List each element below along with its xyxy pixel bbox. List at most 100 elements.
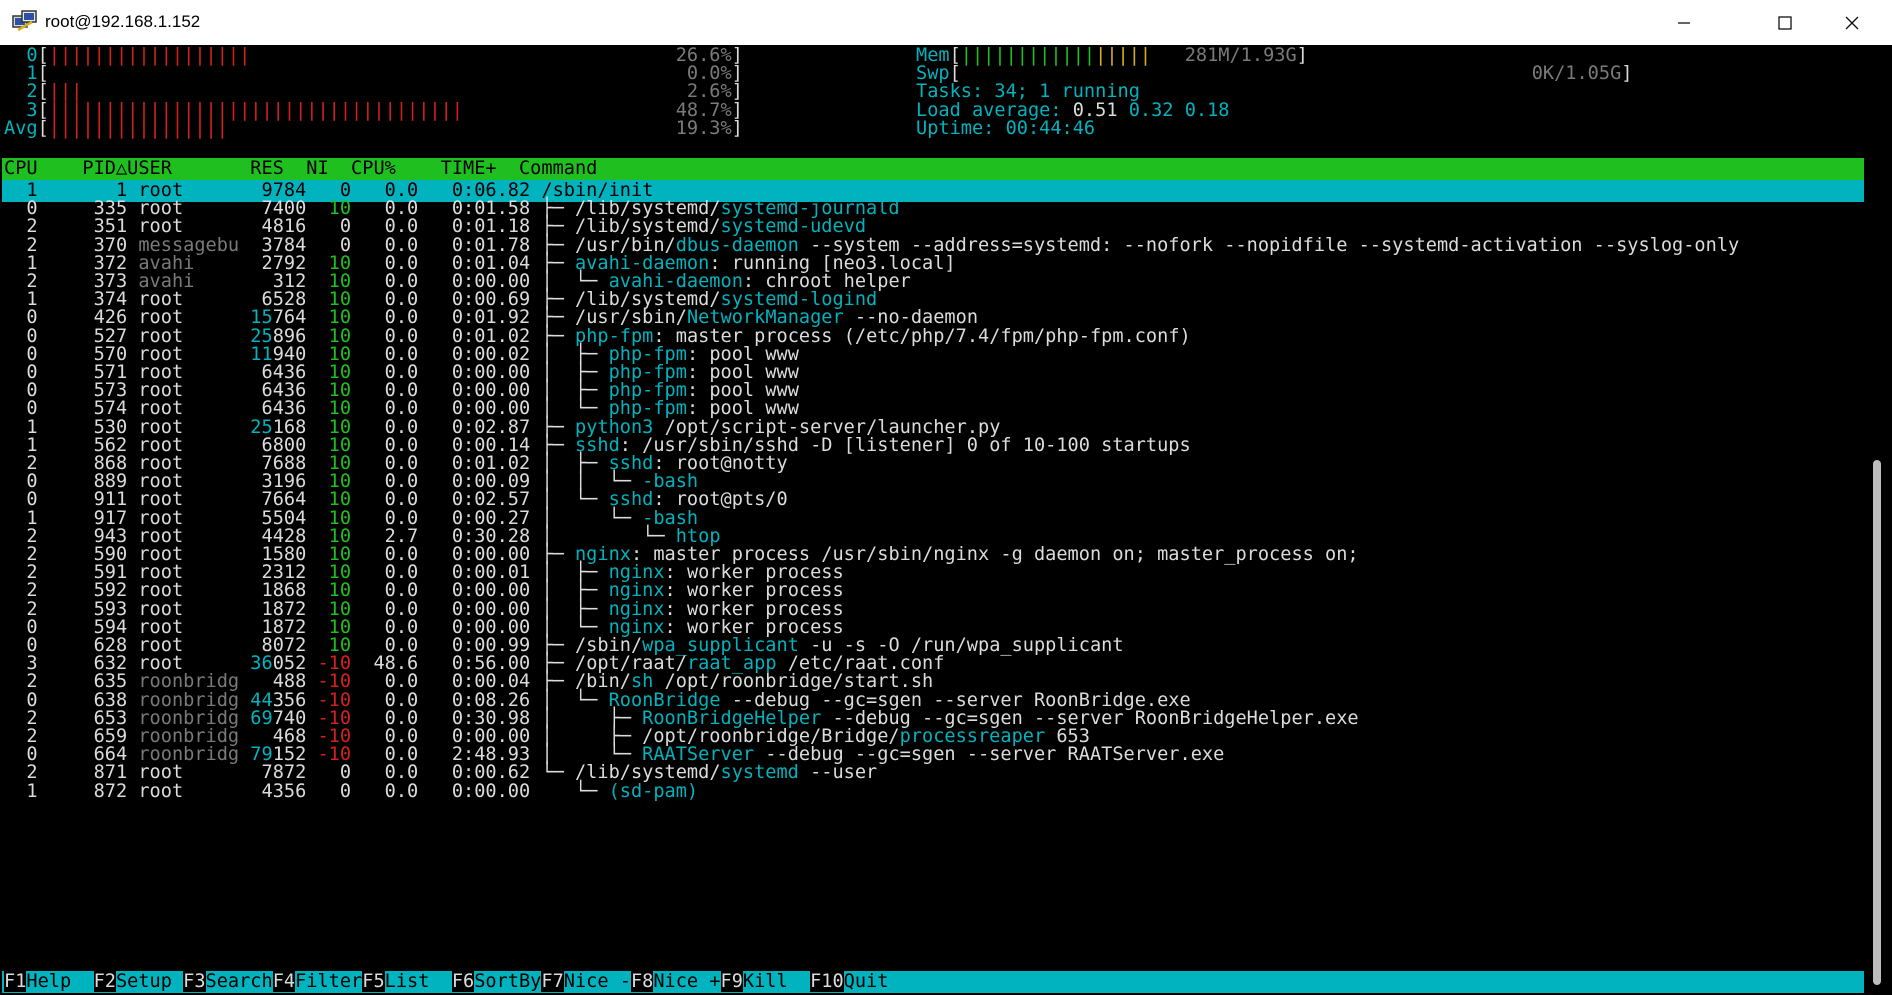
tree-branch: └─ — [541, 781, 609, 802]
process-nice: 0 — [306, 216, 352, 237]
tree-branch: │ └─ — [541, 489, 609, 510]
column-header-pid[interactable]: PID△ — [82, 158, 127, 179]
fkey-label[interactable]: SortBy — [474, 971, 541, 992]
process-pid: 574 — [37, 398, 128, 419]
fkey-label[interactable]: Setup — [116, 971, 183, 992]
window-titlebar: root@192.168.1.152 — [0, 0, 1892, 45]
scrollbar-thumb[interactable] — [1873, 460, 1881, 985]
process-row[interactable]: 1 872 root 4356 0 0.0 0:00.00 └─ (sd-pam… — [4, 781, 698, 803]
load-15min: 0.18 — [1184, 100, 1230, 121]
process-user: root — [138, 580, 240, 601]
fkey-f8[interactable]: F8 — [630, 971, 654, 992]
column-headers[interactable]: CPU PID△USER RES NI CPU% TIME+ Command — [4, 158, 597, 180]
putty-terminal-icon — [12, 10, 37, 32]
command-name: php-fpm — [608, 398, 687, 419]
process-cpu-percent: 0.0 — [351, 671, 419, 692]
process-res: 4816 — [239, 216, 307, 237]
column-header-command[interactable]: Command — [519, 158, 597, 179]
tree-branch: ├─ — [541, 307, 575, 328]
fkey-f4[interactable]: F4 — [272, 971, 296, 992]
process-cpu-percent: 0.0 — [351, 398, 419, 419]
fkey-f3[interactable]: F3 — [183, 971, 206, 992]
process-user: root — [138, 216, 240, 237]
command-name: sh — [630, 671, 654, 692]
process-pid: 635 — [37, 671, 128, 692]
column-header-ni[interactable]: NI — [284, 158, 328, 179]
command-args: pool www — [698, 398, 799, 419]
command-args: --no-daemon — [843, 307, 979, 328]
cpu-meter-percent: 2.6% — [675, 81, 732, 102]
fkey-label[interactable]: Nice - — [564, 971, 631, 992]
process-res: 15 — [239, 307, 273, 328]
fkey-f5[interactable]: F5 — [362, 971, 385, 992]
fkey-label[interactable]: Help — [26, 971, 93, 992]
maximize-icon — [1778, 15, 1792, 30]
command-name: (sd-pam) — [608, 781, 699, 802]
cpu-meter-bars: |||||||||||||||| — [48, 118, 676, 139]
process-nice: 10 — [306, 307, 352, 328]
fkey-f1[interactable]: F1 — [4, 971, 27, 992]
process-cpu-percent: 0.0 — [351, 307, 419, 328]
fkey-f9[interactable]: F9 — [720, 971, 743, 992]
function-keys[interactable]: F1Help F2Setup F3SearchF4FilterF5List F6… — [4, 971, 888, 993]
fkey-label[interactable]: Search — [206, 971, 273, 992]
process-time: 0:02.57 — [418, 489, 531, 510]
fkey-f2[interactable]: F2 — [93, 971, 116, 992]
process-pid: 592 — [37, 580, 128, 601]
column-header-time[interactable]: TIME+ — [396, 158, 497, 179]
process-user: root — [138, 489, 240, 510]
fkey-label[interactable]: Kill — [743, 971, 810, 992]
bracket: ] — [731, 81, 743, 102]
tree-branch: ├─ — [541, 216, 575, 237]
column-header-cpu[interactable]: CPU — [4, 158, 38, 179]
fkey-f7[interactable]: F7 — [541, 971, 564, 992]
process-cpu: 2 — [4, 216, 38, 237]
fkey-label[interactable]: Quit — [844, 971, 889, 992]
fkey-f6[interactable]: F6 — [451, 971, 475, 992]
close-button[interactable] — [1812, 0, 1892, 45]
cpu-meter-label: 2 — [4, 81, 38, 102]
cpu-meter-percent: 19.3% — [675, 118, 732, 139]
fkey-label[interactable]: Nice + — [653, 971, 720, 992]
process-nice: -10 — [306, 671, 352, 692]
column-header-res[interactable]: RES — [228, 158, 284, 179]
tree-branch: ├─ — [541, 671, 575, 692]
command-name: NetworkManager — [686, 307, 844, 328]
process-time: 0:01.18 — [418, 216, 531, 237]
terminal-area[interactable]: 0[|||||||||||||||||| 26.6%] 1[ 0.0%] 2[|… — [0, 45, 1892, 995]
process-pid: 872 — [37, 781, 128, 802]
process-cpu: 0 — [4, 307, 38, 328]
command-path: /usr/sbin/ — [575, 307, 687, 328]
command-colon: : — [653, 489, 665, 510]
bracket: [ — [37, 81, 49, 102]
command-path: /lib/systemd/ — [574, 216, 721, 237]
bracket: ] — [731, 118, 743, 139]
minimize-button[interactable] — [1644, 0, 1724, 45]
fkey-label[interactable]: Filter — [295, 971, 362, 992]
process-time: 0:01.92 — [418, 307, 531, 328]
tasks-value: 34; 1 running — [994, 81, 1140, 102]
command-path: /bin/ — [574, 671, 631, 692]
column-header-cpu-percent[interactable]: CPU% — [329, 158, 396, 179]
cpu-meter-bars: ||| — [48, 81, 676, 102]
command-name: nginx — [608, 580, 665, 601]
fkey-label[interactable]: List — [385, 971, 452, 992]
process-cpu: 2 — [4, 762, 38, 783]
process-cpu: 2 — [4, 671, 38, 692]
process-pid: 871 — [37, 762, 128, 783]
command-args: --user — [798, 762, 878, 783]
process-res: 1868 — [239, 580, 307, 601]
fkey-f10[interactable]: F10 — [810, 971, 844, 992]
process-res: 4356 — [239, 781, 307, 802]
tree-branch: │ ├─ — [541, 580, 609, 601]
column-header-user[interactable]: USER — [127, 158, 228, 179]
